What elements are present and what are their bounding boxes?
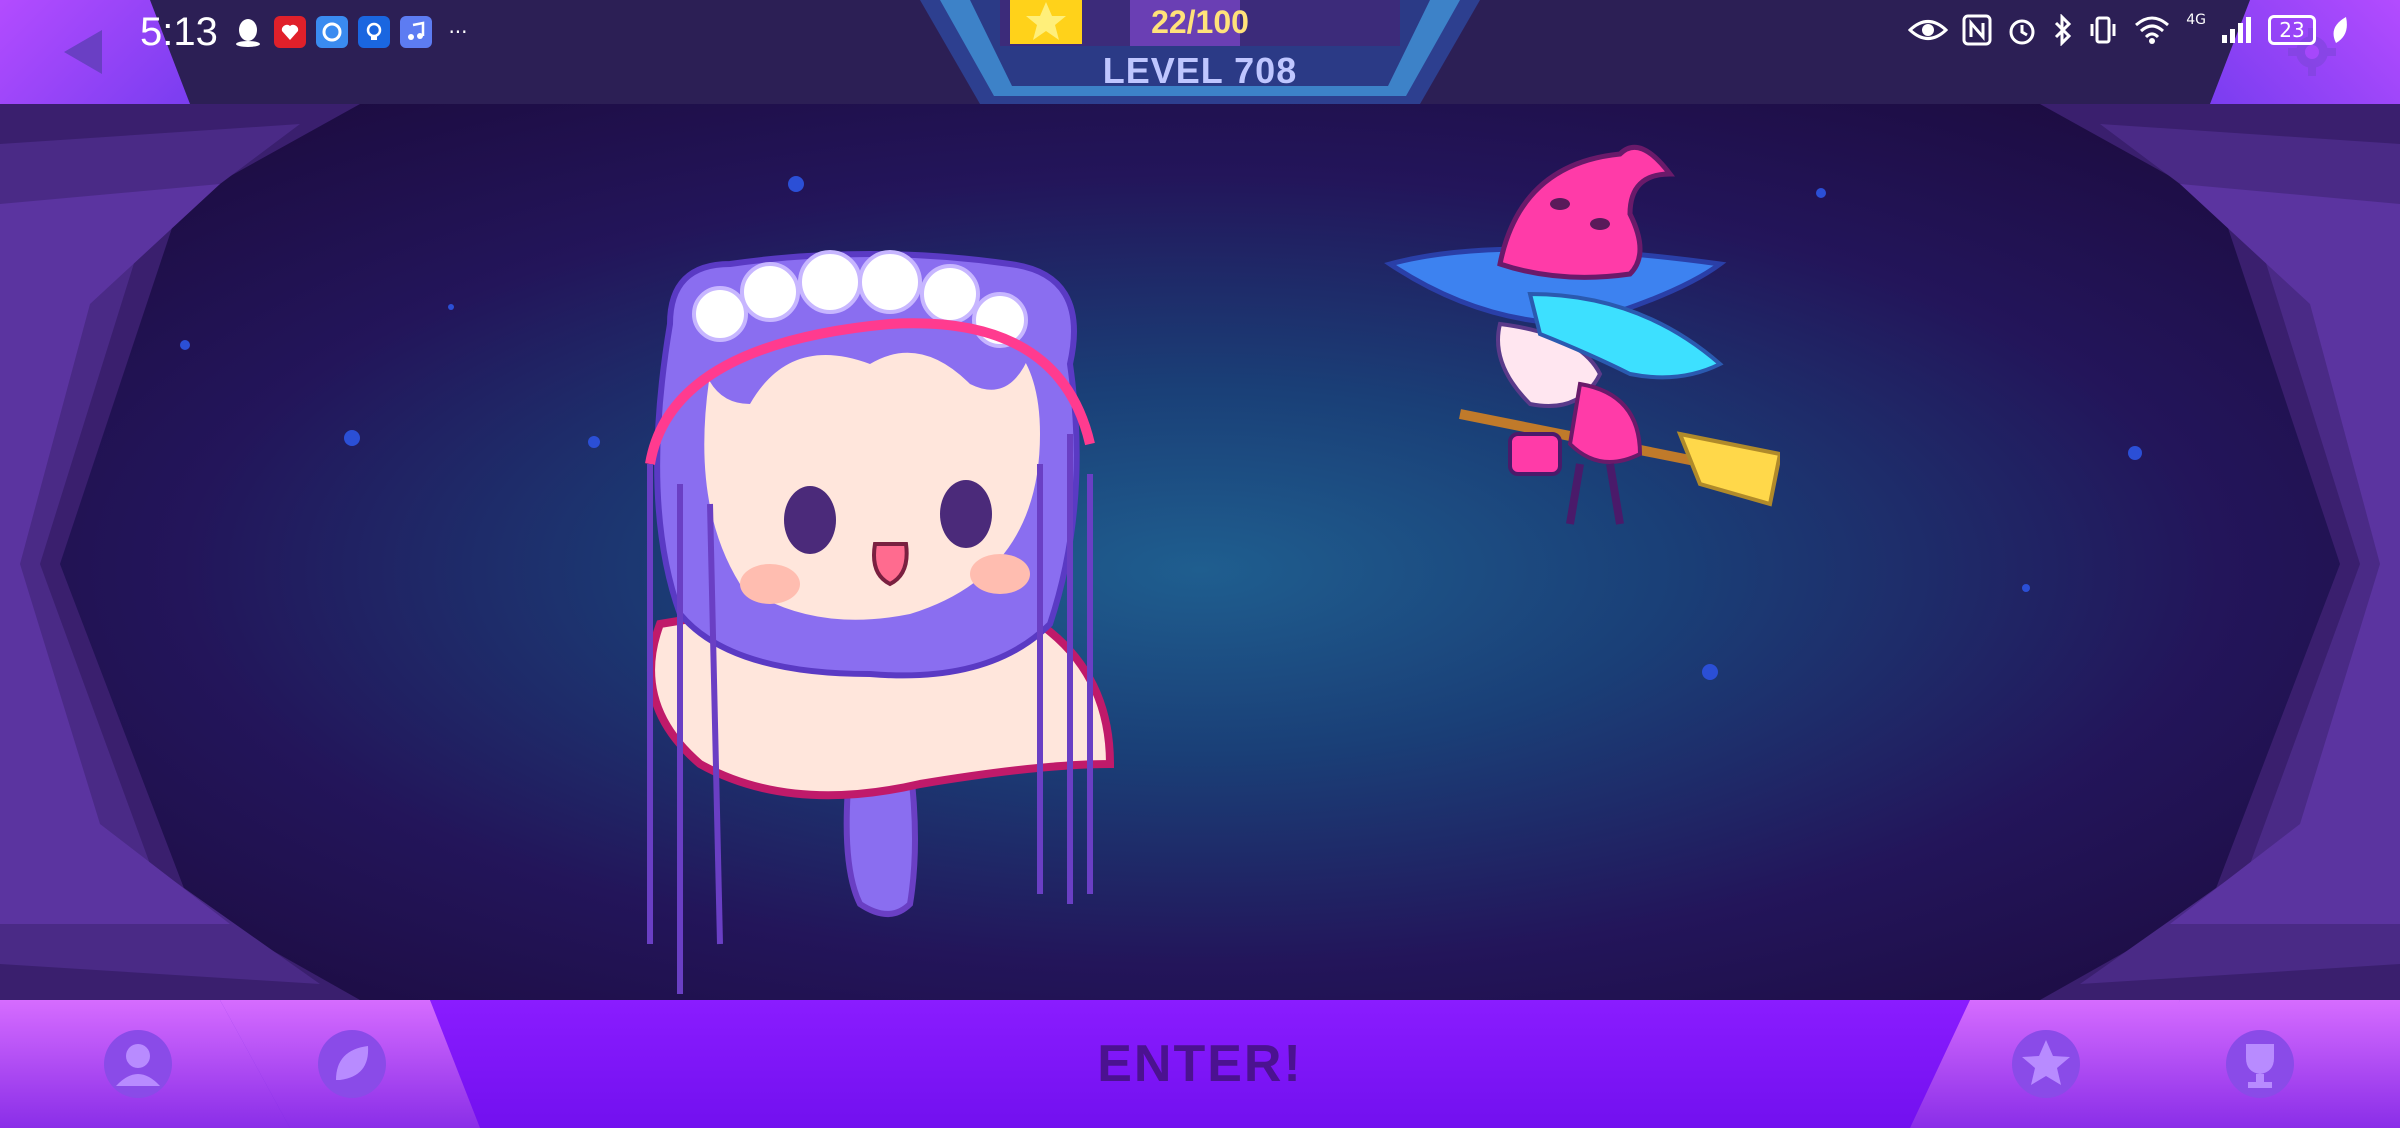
enter-button[interactable]: ENTER! [430,1000,1970,1128]
sparkle [180,340,190,350]
level-number: LEVEL 708 [1102,50,1298,91]
sparkle [344,430,360,446]
eye-icon [1908,20,1949,40]
sparkle [1816,188,1826,198]
app-blue-icon [316,16,348,48]
more-icon: ··· [448,20,468,44]
ghost-character [645,250,1115,994]
sparkle [1702,664,1718,680]
bulb-app-icon [358,16,390,48]
signal-icon [2222,17,2251,43]
enter-label: ENTER! [1097,1035,1303,1093]
bluetooth-icon [2055,14,2072,46]
qq-icon [232,16,264,48]
vibrate-icon [2090,16,2116,44]
level-progress: 22/100 [1151,4,1249,40]
user-icon [104,1030,172,1098]
status-icons-left: ··· [232,16,474,48]
game-arena [0,104,2400,1000]
alarm-icon [2009,19,2035,45]
battery-indicator: 23 [2268,15,2316,45]
trophy-icon [2226,1030,2294,1098]
arena-frame-left [0,104,360,1000]
sparkle [448,304,454,310]
witch-character [1384,144,1780,525]
sparkle [788,176,804,192]
arena-frame-right [2040,104,2400,1000]
app-red-icon [274,16,306,48]
game-screen: 5:13 ··· 4G 23 22/100 LEVEL 708 ENTER! [0,0,2400,1128]
trophy-button[interactable] [2110,1000,2400,1128]
wifi-icon [2135,16,2170,44]
music-app-icon [400,16,432,48]
status-icons-right: 4G 23 [1908,12,2350,46]
star-nav-icon [2012,1030,2080,1098]
sparkle [2128,446,2142,460]
network-type: 4G [2186,12,2206,28]
status-time: 5:13 [140,10,218,54]
leaf-nav-icon [318,1030,386,1098]
back-arrow-icon[interactable] [58,26,110,78]
sparkle [2022,584,2030,592]
nfc-icon [1962,14,1992,46]
leaf-icon [2333,17,2347,43]
